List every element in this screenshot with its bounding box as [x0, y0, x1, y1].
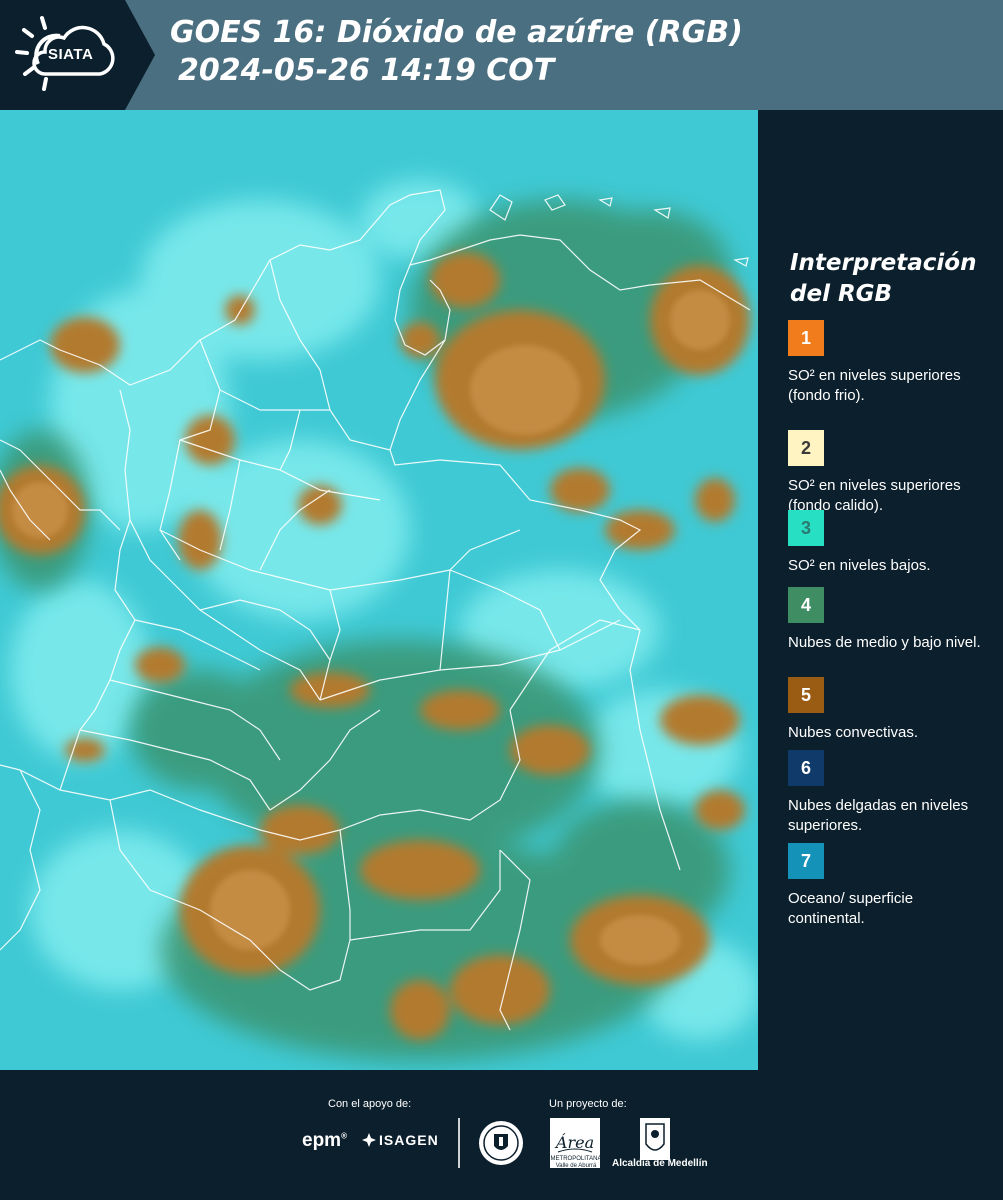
legend-item-5: 5 Nubes convectivas.: [788, 677, 993, 743]
epm-logo-text: epm: [302, 1130, 342, 1151]
legend-label: SO² en niveles superiores (fondo frio).: [788, 367, 961, 404]
legend-label: Oceano/ superficie continental.: [788, 890, 914, 927]
legend-swatch: 4: [788, 587, 824, 623]
logo-text: SIATA: [48, 46, 94, 63]
legend-swatch: 7: [788, 843, 824, 879]
legend-panel: Interpretación del RGB 1 SO² en niveles s…: [758, 110, 1003, 1070]
siata-logo[interactable]: SIATA: [0, 0, 155, 110]
isagen-mark-icon: [362, 1133, 376, 1147]
page-title: GOES 16: Dióxido de azúfre (RGB) 2024-05…: [170, 14, 743, 90]
support-label: Con el apoyo de:: [328, 1098, 412, 1110]
legend-swatch: 2: [788, 430, 824, 466]
project-label: Un proyecto de:: [549, 1098, 627, 1110]
satellite-map[interactable]: [0, 110, 758, 1070]
legend-item-4: 4 Nubes de medio y bajo nivel.: [788, 587, 993, 653]
legend-title-line1: Interpretación: [790, 250, 977, 276]
medellin-seal-icon[interactable]: [478, 1120, 524, 1166]
legend-item-1: 1 SO² en niveles superiores (fondo frio).: [788, 320, 993, 406]
alcaldia-shield-icon[interactable]: [640, 1118, 670, 1160]
epm-logo[interactable]: epm®: [302, 1130, 347, 1152]
legend-label: Nubes delgadas en niveles superiores.: [788, 797, 969, 834]
isagen-logo[interactable]: ISAGEN: [362, 1132, 439, 1148]
satellite-image: [0, 110, 758, 1070]
legend-label: Nubes convectivas.: [788, 724, 919, 741]
legend-label: SO² en niveles bajos.: [788, 557, 931, 574]
isagen-logo-text: ISAGEN: [379, 1132, 439, 1148]
area-logo-subtext: METROPOLITANA Valle de Aburrá: [550, 1156, 602, 1169]
legend-swatch: 6: [788, 750, 824, 786]
legend-item-6: 6 Nubes delgadas en niveles superiores.: [788, 750, 993, 836]
legend-swatch: 5: [788, 677, 824, 713]
legend-item-2: 2 SO² en niveles superiores (fondo calido…: [788, 430, 993, 516]
legend-swatch: 3: [788, 510, 824, 546]
footer: Con el apoyo de: Un proyecto de: epm® IS…: [0, 1070, 1003, 1200]
legend-item-7: 7 Oceano/ superficie continental.: [788, 843, 993, 929]
legend-title-line2: del RGB: [790, 281, 893, 307]
title-timestamp: 2024-05-26 14:19 COT: [178, 53, 555, 88]
footer-divider: [458, 1118, 460, 1168]
legend-swatch: 1: [788, 320, 824, 356]
alcaldia-logo-text: Alcaldía de Medellín: [612, 1158, 708, 1169]
legend-label: Nubes de medio y bajo nivel.: [788, 634, 981, 651]
header: SIATA GOES 16: Dióxido de azúfre (RGB) 2…: [0, 0, 1003, 110]
legend-title: Interpretación del RGB: [790, 248, 976, 310]
title-product: GOES 16: Dióxido de azúfre (RGB): [170, 15, 743, 50]
legend-item-3: 3 SO² en niveles bajos.: [788, 510, 993, 576]
